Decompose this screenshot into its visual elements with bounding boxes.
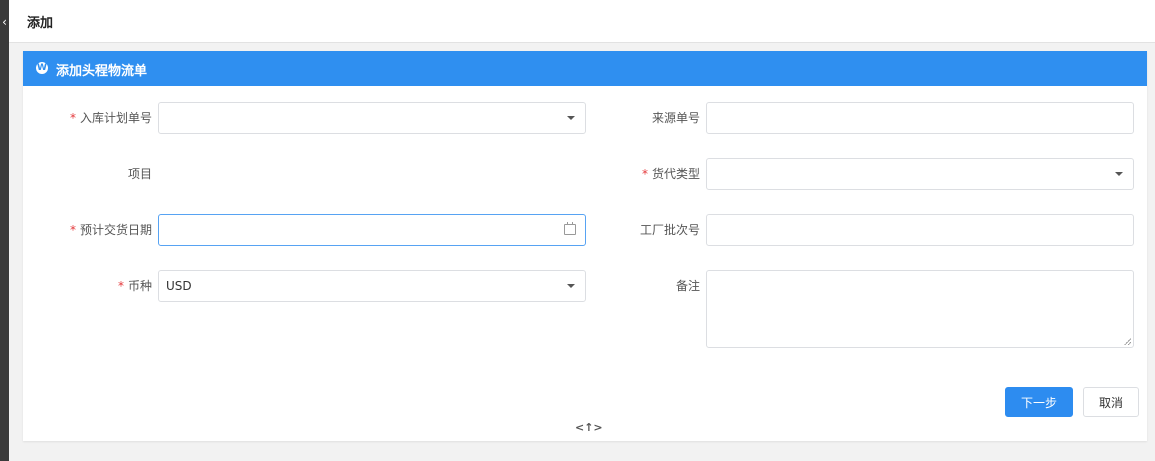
- required-mark: *: [641, 167, 648, 181]
- cancel-button[interactable]: 取消: [1083, 387, 1139, 417]
- resize-handle-icon[interactable]: [1124, 338, 1131, 345]
- currency-value: USD: [166, 279, 192, 293]
- factory-batch-no-input[interactable]: [706, 214, 1134, 246]
- expected-delivery-date-picker[interactable]: [158, 214, 586, 246]
- next-step-button[interactable]: 下一步: [1005, 387, 1073, 417]
- chevron-left-icon[interactable]: ‹: [0, 14, 9, 30]
- currency-label: * 币种: [117, 279, 152, 293]
- source-no-label: 来源单号: [651, 111, 700, 125]
- collapse-toggle-icon[interactable]: <↑>: [575, 421, 603, 435]
- factory-batch-no-label: 工厂批次号: [639, 223, 700, 237]
- caret-down-icon: [1115, 172, 1123, 176]
- inbound-plan-no-label: * 入库计划单号: [69, 111, 152, 125]
- left-sidebar-strip: ‹: [0, 0, 9, 461]
- forwarder-type-label: * 货代类型: [641, 167, 700, 181]
- required-mark: *: [117, 279, 124, 293]
- forwarder-type-select[interactable]: [706, 158, 1134, 190]
- dialog-title-bar: 添加: [9, 0, 1155, 43]
- remark-textarea[interactable]: [706, 270, 1134, 348]
- form-panel: W 添加头程物流单 * 入库计划单号 项目 * 预计交货日期 * 币种 USD 来源单…: [23, 51, 1147, 441]
- required-mark: *: [69, 111, 76, 125]
- project-label: 项目: [127, 167, 152, 181]
- dialog-title: 添加: [27, 16, 54, 31]
- caret-down-icon: [567, 284, 575, 288]
- caret-down-icon: [567, 116, 575, 120]
- wordpress-icon: W: [36, 62, 48, 74]
- calendar-icon[interactable]: [564, 222, 576, 235]
- currency-select[interactable]: USD: [158, 270, 586, 302]
- remark-label: 备注: [675, 279, 700, 293]
- inbound-plan-no-select[interactable]: [158, 102, 586, 134]
- panel-header: W 添加头程物流单: [23, 51, 1147, 86]
- source-no-input[interactable]: [706, 102, 1134, 134]
- required-mark: *: [69, 223, 76, 237]
- panel-title: 添加头程物流单: [56, 64, 148, 79]
- expected-delivery-date-label: * 预计交货日期: [69, 223, 152, 237]
